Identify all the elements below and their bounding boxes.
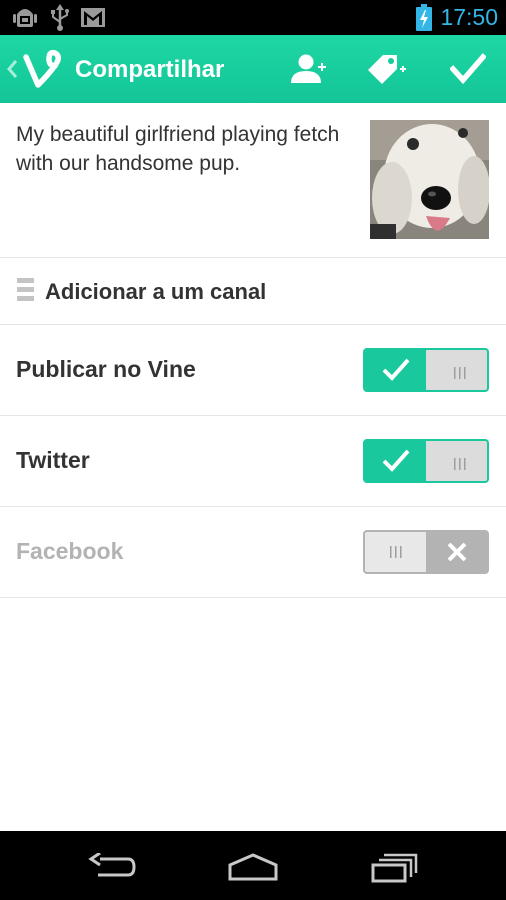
check-icon	[382, 358, 410, 381]
grip-icon	[453, 364, 467, 383]
toggle-twitter[interactable]	[363, 439, 489, 483]
share-row-vine: Publicar no Vine	[0, 325, 506, 415]
grip-icon	[453, 455, 467, 474]
dog-photo	[370, 120, 489, 239]
android-debug-icon	[13, 9, 37, 27]
recents-icon[interactable]	[370, 851, 420, 883]
post-caption[interactable]: My beautiful girlfriend playing fetch wi…	[16, 120, 346, 178]
home-icon[interactable]	[227, 853, 279, 881]
add-tag-button[interactable]	[362, 49, 412, 89]
x-icon	[447, 542, 467, 562]
toggle-thumb	[365, 441, 426, 481]
channel-label: Adicionar a um canal	[45, 279, 267, 304]
confirm-button[interactable]	[444, 47, 492, 91]
check-icon	[382, 449, 410, 472]
navigation-bar	[0, 831, 506, 900]
checkmark-icon	[450, 53, 486, 85]
back-chevron-icon	[7, 60, 18, 78]
up-navigation[interactable]	[0, 35, 70, 103]
share-row-twitter: Twitter	[0, 416, 506, 506]
app-bar: Compartilhar	[0, 35, 506, 103]
share-label-twitter: Twitter	[16, 447, 90, 473]
vine-logo-icon	[23, 49, 61, 88]
toggle-vine[interactable]	[363, 348, 489, 392]
battery-charging-icon	[416, 4, 432, 31]
share-row-facebook: Facebook	[0, 507, 506, 597]
usb-icon	[51, 4, 69, 31]
list-handle-icon	[17, 278, 34, 301]
divider	[0, 597, 506, 598]
add-tag-icon	[368, 55, 406, 84]
toggle-facebook[interactable]	[363, 530, 489, 574]
share-label-vine: Publicar no Vine	[16, 356, 196, 382]
toggle-thumb	[365, 532, 426, 572]
add-to-channel-row[interactable]: Adicionar a um canal	[0, 257, 506, 324]
share-label-facebook: Facebook	[16, 538, 124, 564]
gmail-icon	[81, 8, 105, 27]
grip-icon	[390, 546, 402, 558]
add-person-icon	[291, 54, 326, 83]
status-bar: 17:50	[0, 0, 506, 35]
page-title: Compartilhar	[75, 56, 225, 83]
status-time: 17:50	[440, 4, 498, 30]
back-icon[interactable]	[88, 853, 136, 881]
add-people-button[interactable]	[285, 49, 335, 89]
toggle-thumb	[365, 350, 426, 390]
video-thumbnail	[370, 120, 489, 239]
